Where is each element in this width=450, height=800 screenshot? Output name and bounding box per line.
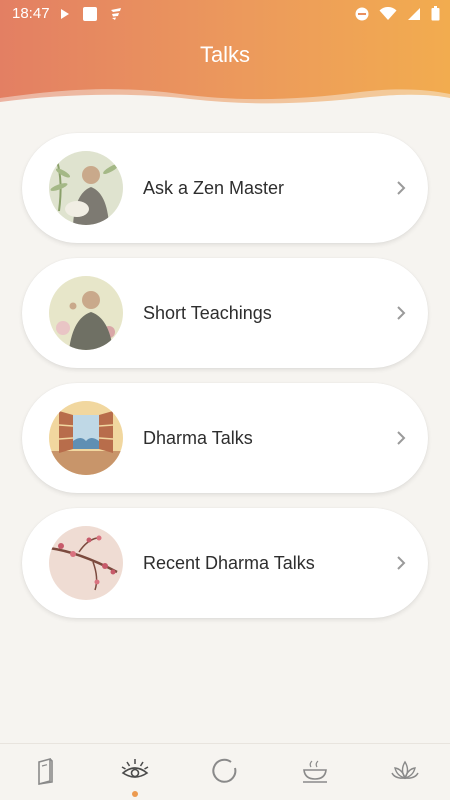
chevron-right-icon [397, 306, 406, 320]
monk-teaching-illustration [49, 276, 123, 350]
page-title: Talks [199, 42, 251, 67]
book-icon[interactable] [30, 756, 60, 786]
square-icon [83, 7, 97, 21]
eye-sun-icon[interactable] [120, 756, 150, 786]
status-bar: 18:47 [0, 0, 450, 28]
cherry-blossom-branch-illustration [49, 526, 123, 600]
card-label: Recent Dharma Talks [143, 553, 315, 573]
card-label: Short Teachings [143, 303, 272, 323]
chevron-right-icon [397, 431, 406, 445]
chevron-right-icon [397, 181, 406, 195]
chevron-right-icon [397, 556, 406, 570]
open-window-sea-illustration [49, 401, 123, 475]
cellular-signal-icon [408, 7, 420, 20]
header-wave [0, 89, 450, 110]
card-dharma-talks[interactable]: Dharma Talks [22, 383, 428, 493]
talks-list: Ask a Zen Master Short Teachings Dharma … [22, 133, 428, 633]
active-tab-indicator [132, 791, 138, 797]
status-time: 18:47 [12, 5, 50, 22]
card-recent-dharma-talks[interactable]: Recent Dharma Talks [22, 508, 428, 618]
circle-enso-icon[interactable] [210, 756, 240, 786]
header: 18:47 Talks [0, 0, 450, 110]
battery-icon [431, 6, 440, 21]
bottom-nav [0, 743, 450, 800]
lotus-icon[interactable] [390, 756, 420, 786]
monk-bamboo-illustration [49, 151, 123, 225]
tea-cup-icon[interactable] [300, 756, 330, 786]
wifi-icon [379, 6, 397, 20]
card-label: Dharma Talks [143, 428, 253, 448]
do-not-disturb-icon [355, 7, 369, 20]
app-notification-icon [111, 8, 121, 20]
card-label: Ask a Zen Master [143, 178, 285, 198]
card-short-teachings[interactable]: Short Teachings [22, 258, 428, 368]
play-icon [61, 9, 69, 19]
card-ask-a-zen-master[interactable]: Ask a Zen Master [22, 133, 428, 243]
